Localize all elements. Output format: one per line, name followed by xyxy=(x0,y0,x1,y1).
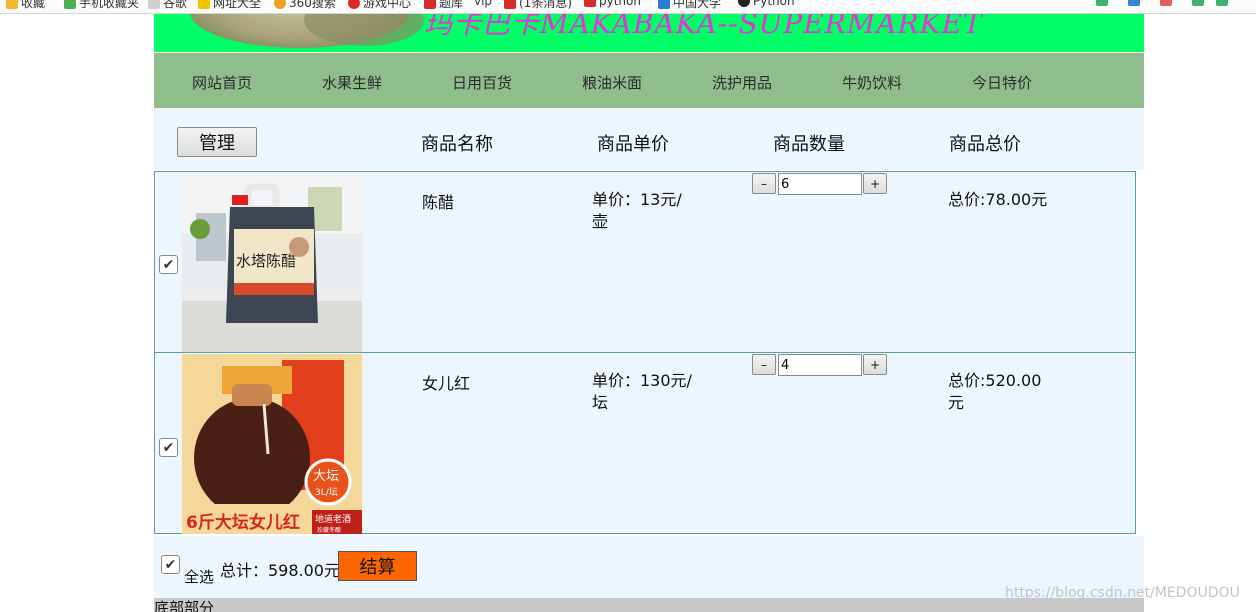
search-icon xyxy=(274,0,286,9)
item-checkbox[interactable]: ✔ xyxy=(159,438,178,457)
mooc-icon xyxy=(658,0,670,9)
book-icon xyxy=(424,0,436,9)
quantity-decrease-button[interactable]: – xyxy=(752,354,776,375)
column-header-total: 商品总价 xyxy=(949,134,1021,155)
header-banner: 玛卡巴卡MAKABAKA--SUPERMARKET xyxy=(154,14,1144,52)
cart-row: ✔ 水塔陈醋 陈醋 单价：13元/壶 – + 总价:78.00元 xyxy=(154,171,1136,353)
apps-icon[interactable] xyxy=(1192,0,1204,6)
check-icon: ✔ xyxy=(162,256,175,273)
bookmarks-bar: 收藏 手机收藏夹 谷歌 网址大全 360搜索 游戏中心 题库 vip (1条消息… xyxy=(0,0,1256,14)
quantity-increase-button[interactable]: + xyxy=(863,354,887,375)
wine-banner-text: 6斤大坛女儿红 xyxy=(186,512,300,533)
star-icon xyxy=(6,0,18,9)
quantity-decrease-button[interactable]: – xyxy=(752,173,776,194)
bookmark-vip[interactable]: vip xyxy=(474,0,492,8)
menu-icon[interactable] xyxy=(1216,0,1228,6)
wine-badge-text: 大坛 xyxy=(313,469,339,484)
bookmark-games[interactable]: 游戏中心 xyxy=(348,0,411,11)
quantity-increase-button[interactable]: + xyxy=(863,173,887,194)
product-total-price: 总价:520.00元 xyxy=(948,371,1042,412)
bookmark-favorites[interactable]: 收藏 xyxy=(6,0,45,11)
page-footer: 底部部分 xyxy=(154,598,1144,612)
manage-button[interactable]: 管理 xyxy=(177,127,257,157)
product-unit-price: 单价：130元/坛 xyxy=(592,371,692,412)
footer-label: 底部部分 xyxy=(154,599,215,612)
nav-item-drinks[interactable]: 牛奶饮料 xyxy=(842,72,902,93)
product-unit-price: 单价：13元/壶 xyxy=(592,190,682,231)
nav-item-care[interactable]: 洗护用品 xyxy=(712,72,772,93)
site-title: 玛卡巴卡MAKABAKA--SUPERMARKET xyxy=(424,14,983,40)
check-icon: ✔ xyxy=(162,439,175,456)
quantity-input[interactable] xyxy=(778,354,862,376)
nav-item-home[interactable]: 网站首页 xyxy=(192,72,252,93)
product-name: 陈醋 xyxy=(422,193,455,212)
bookmark-mooc[interactable]: 中国大学 xyxy=(658,0,721,11)
product-total-price: 总价:78.00元 xyxy=(948,190,1048,209)
wine-badge-subtext: 3L/坛 xyxy=(315,487,338,498)
toolbar-extensions[interactable] xyxy=(1096,0,1228,6)
cart-total: 总计：598.00元 xyxy=(220,561,340,580)
csdn-icon xyxy=(584,0,596,7)
bookmark-mobile[interactable]: 手机收藏夹 xyxy=(64,0,139,11)
checkout-button[interactable]: 结算 xyxy=(338,551,417,581)
cart-summary: ✔ 全选 总计：598.00元 结算 xyxy=(154,536,1144,598)
bookmark-360[interactable]: 360搜索 xyxy=(274,0,336,11)
phone-icon xyxy=(64,0,76,9)
cut-icon[interactable] xyxy=(1160,0,1172,6)
select-all-checkbox[interactable]: ✔ xyxy=(161,555,180,574)
bookmark-python-csdn[interactable]: python xyxy=(584,0,641,8)
nav-item-specials[interactable]: 今日特价 xyxy=(972,72,1032,93)
extension-icon[interactable] xyxy=(1096,0,1108,6)
bookmark-python[interactable]: Python xyxy=(738,0,795,8)
sync-icon[interactable] xyxy=(1128,0,1140,6)
bookmark-messages[interactable]: (1条消息) xyxy=(504,0,572,11)
bookmark-google[interactable]: 谷歌 xyxy=(148,0,187,11)
cart-row: ✔ 大坛 3L/坛 6斤大坛女儿红 地道老酒 珍藏冬酿 女儿红 单价：130元/… xyxy=(154,352,1136,534)
main-nav: 网站首页 水果生鲜 日用百货 粮油米面 洗护用品 牛奶饮料 今日特价 xyxy=(154,53,1144,108)
vinegar-label-text: 水塔陈醋 xyxy=(236,252,296,270)
bookmark-questions[interactable]: 题库 xyxy=(424,0,463,11)
column-header-name: 商品名称 xyxy=(421,134,493,155)
wine-corner-text: 地道老酒 xyxy=(315,513,351,525)
product-image-wine: 大坛 3L/坛 6斤大坛女儿红 地道老酒 珍藏冬酿 xyxy=(182,354,362,534)
column-header-price: 商品单价 xyxy=(597,134,669,155)
column-header-quantity: 商品数量 xyxy=(773,134,845,155)
wine-corner-subtext: 珍藏冬酿 xyxy=(317,526,341,534)
python-icon xyxy=(738,0,750,7)
product-name: 女儿红 xyxy=(422,374,471,393)
page-icon xyxy=(148,0,160,9)
nav-item-daily[interactable]: 日用百货 xyxy=(452,72,512,93)
select-all-label: 全选 xyxy=(184,568,215,586)
product-image-vinegar: 水塔陈醋 xyxy=(182,173,362,353)
nav-item-grain[interactable]: 粮油米面 xyxy=(582,72,642,93)
item-checkbox[interactable]: ✔ xyxy=(159,255,178,274)
quantity-input[interactable] xyxy=(778,173,862,195)
csdn-icon xyxy=(504,0,516,9)
game-icon xyxy=(348,0,360,9)
bookmark-sites[interactable]: 网址大全 xyxy=(198,0,261,11)
cart-header: 管理 商品名称 商品单价 商品数量 商品总价 xyxy=(154,108,1144,170)
watermark: https://blog.csdn.net/MEDOUDOU xyxy=(1005,585,1240,601)
globe-icon xyxy=(198,0,210,9)
nav-item-fruit[interactable]: 水果生鲜 xyxy=(322,72,382,93)
check-icon: ✔ xyxy=(164,556,177,573)
